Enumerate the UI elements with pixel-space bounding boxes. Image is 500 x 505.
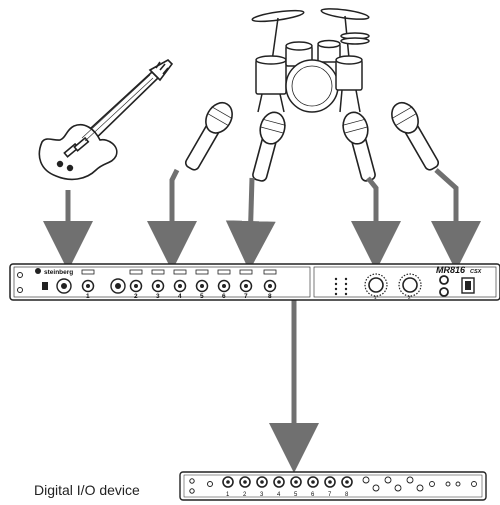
channel-number-3: 3 [156, 293, 160, 300]
digital-io-jack-5 [290, 476, 302, 488]
channel-number-6: 6 [222, 293, 226, 300]
model-suffix: CSX [470, 269, 482, 275]
microphone-icon [184, 101, 233, 171]
channel-number-1: 1 [86, 293, 90, 300]
brand-logo: steinberg [44, 269, 73, 276]
headphone-jack-1 [439, 275, 449, 285]
signal-arrows [43, 168, 481, 473]
digital-io-jack-8 [341, 476, 353, 488]
digital-io-jack-3 [256, 476, 268, 488]
audio-interface: steinberg 12345678 MR816 CSX 1 2 [9, 263, 500, 301]
arrow-mic2-to-input7 [225, 177, 276, 271]
output-knob-2 [398, 273, 422, 297]
model-name: MR816 [436, 265, 466, 275]
digital-io-jack-6 [307, 476, 319, 488]
channel-number-7: 7 [244, 293, 248, 300]
channel-number-5: 5 [200, 293, 204, 300]
channel-number-8: 8 [268, 293, 272, 300]
arrow-mic4-to-knob2 [431, 168, 481, 271]
microphone-icon [391, 101, 440, 171]
microphone-icon [342, 111, 376, 182]
channel-number-4: 4 [178, 293, 182, 300]
digital-io-device: 12345678 [179, 471, 487, 501]
guitar-icon [38, 59, 174, 181]
digital-io-label: Digital I/O device [34, 482, 140, 498]
signal-flow-diagram: steinberg 12345678 MR816 CSX 1 2 1 2 3 4… [9, 8, 500, 501]
drum-kit-icon [251, 8, 370, 113]
channel-number-2: 2 [134, 293, 138, 300]
headphone-jack-2 [439, 287, 449, 297]
digital-io-jack-7 [324, 476, 336, 488]
output-knob-1 [364, 273, 388, 297]
arrow-mic3-to-knob1 [351, 176, 401, 271]
digital-io-jack-4 [273, 476, 285, 488]
microphone-icon [252, 111, 286, 182]
digital-io-jack-2 [239, 476, 251, 488]
digital-io-jack-1 [222, 476, 234, 488]
arrow-mic1-to-input3 [147, 168, 197, 271]
